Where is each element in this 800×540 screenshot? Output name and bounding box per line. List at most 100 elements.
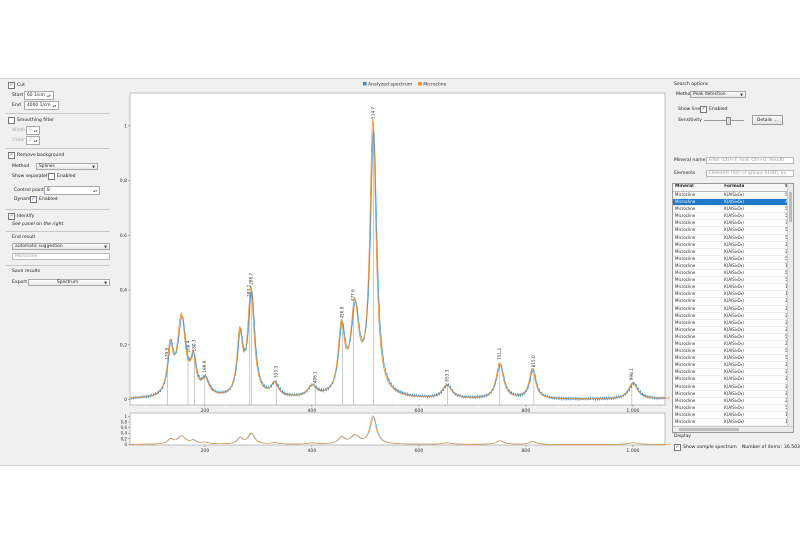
search-method-select[interactable]: Peak detection ▼ [690, 91, 746, 98]
order-spinbox[interactable]: 2 ▴▾ [26, 136, 41, 145]
spin-arrows-icon[interactable]: ▴▾ [34, 129, 38, 133]
table-row[interactable]: MicroclineK(AlSi₃O₈)2 [673, 398, 793, 405]
cell-mineral: Microcline [675, 255, 696, 261]
width-spinbox[interactable]: 5 ▴▾ [26, 126, 41, 135]
width-row: Width 5 ▴▾ [12, 126, 41, 135]
background-checkbox[interactable]: ✓ [8, 152, 15, 159]
table-row[interactable]: MicroclineK(AlSi₃O₈)5 [673, 206, 793, 214]
cut-label: Cut [17, 83, 25, 88]
spin-arrows-icon[interactable]: ▴▾ [93, 189, 97, 193]
table-row[interactable]: MicroclineK(AlSi₃O₈)5 [673, 213, 793, 221]
cell-mineral: Microcline [675, 362, 696, 368]
spin-arrows-icon[interactable]: ▴▾ [53, 104, 57, 108]
spectrum-chart[interactable]: 200 400 600 800 1.00000,20,40,60,81129.9168.… [120, 79, 740, 465]
table-row[interactable]: MicroclineK(AlSi₃O₈)5 [673, 334, 793, 341]
table-row[interactable]: MicroclineK(AlSi₃O₈)2 [673, 306, 793, 313]
mineral-table[interactable]: Mineral Formula S MicroclineK(AlSi₃O₈)5M… [672, 183, 794, 433]
spin-arrows-icon[interactable]: ▴▾ [47, 94, 51, 98]
cell-formula: K(AlSi₃O₈) [724, 227, 744, 233]
cell-mineral: Microcline [675, 355, 696, 361]
export-value: Spectrum [56, 280, 79, 285]
end-spinbox[interactable]: 4000 1/cm ▴▾ [24, 101, 60, 110]
table-row[interactable]: MicroclineK(AlSi₃O₈)5 [673, 235, 793, 242]
table-row[interactable]: MicroclineK(AlSi₃O₈)2 [673, 384, 793, 391]
table-row[interactable]: MicroclineK(AlSi₃O₈)5 [673, 256, 793, 263]
cell-mineral: Microcline [675, 369, 696, 375]
cell-formula: K(AlSi₃O₈) [724, 383, 744, 389]
table-row[interactable]: MicroclineK(AlSi₃O₈)5 [673, 355, 793, 363]
chevron-down-icon: ▼ [740, 92, 743, 97]
table-row[interactable]: MicroclineK(AlSi₃O₈)2 [673, 298, 793, 306]
table-row[interactable]: MicroclineK(AlSi₃O₈)5 [673, 192, 793, 200]
cell-mineral: Microcline [675, 192, 696, 197]
table-row[interactable]: MicroclineK(AlSi₃O₈)2 [673, 391, 793, 398]
overview-y-tick-label: 0 [124, 442, 127, 447]
table-row[interactable]: MicroclineK(AlSi₃O₈)5 [673, 277, 793, 285]
identify-row[interactable]: ✓ Identify [8, 213, 34, 220]
table-row[interactable]: MicroclineK(AlSi₃O₈)2 [673, 249, 793, 256]
start-spinbox[interactable]: 60 1/cm ▴▾ [24, 91, 54, 100]
identify-checkbox[interactable]: ✓ [8, 213, 15, 220]
sensitivity-slider[interactable] [704, 117, 744, 125]
table-row[interactable]: MicroclineK(AlSi₃O₈)2 [673, 376, 793, 384]
table-row[interactable]: MicroclineK(AlSi₃O₈)2 [673, 341, 793, 349]
spectrum-plot-area[interactable]: 200 400 600 800 1.000 0 0,2 0,4 0,6 0,8 1 129.9 168.… [120, 79, 740, 465]
items-count-value: 36.503 [783, 445, 800, 450]
peak-label: 751.2 [497, 348, 502, 360]
control-points-spinbox[interactable]: 8 ▴▾ [44, 186, 100, 195]
cell-formula: K(AlSi₃O₈) [724, 326, 744, 332]
cell-formula: K(AlSi₃O₈) [724, 262, 744, 268]
cell-formula: K(AlSi₃O₈) [724, 234, 744, 240]
show-lines-checkbox[interactable]: ✓ [700, 106, 707, 113]
cell-mineral: Microcline [675, 270, 696, 276]
overview-x-tick-label: 1.000 [626, 448, 639, 454]
smoothing-checkbox[interactable] [8, 117, 15, 124]
identify-note: See panel on the right. [12, 222, 65, 227]
show-sample-label: Show sample spectrum [683, 445, 737, 450]
table-row[interactable]: MicroclineK(AlSi₃O₈)2 [673, 327, 793, 334]
bg-method-select[interactable]: Splines ▼ [36, 163, 98, 170]
cell-formula: K(AlSi₃O₈) [724, 248, 744, 254]
table-row[interactable]: MicroclineK(AlSi₃O₈)4 [673, 199, 793, 207]
header-formula[interactable]: Formula [722, 184, 783, 191]
show-separately-checkbox[interactable] [48, 173, 55, 180]
cell-formula: K(AlSi₃O₈) [724, 192, 744, 197]
scroll-thumb[interactable] [789, 192, 792, 222]
table-row[interactable]: MicroclineK(AlSi₃O₈)1 [673, 262, 793, 271]
scroll-thumb[interactable] [679, 428, 739, 431]
cell-mineral: Microcline [675, 376, 696, 382]
table-row[interactable]: MicroclineK(AlSi₃O₈)1 [673, 284, 793, 292]
table-row[interactable]: MicroclineK(AlSi₃O₈)5 [673, 405, 793, 412]
header-mineral[interactable]: Mineral [673, 184, 722, 191]
table-row[interactable]: MicroclineK(AlSi₃O₈)2 [673, 362, 793, 370]
mineral-name-input[interactable]: Filter (Ctrl+F: Find, Ctrl+G: Result) [706, 157, 794, 164]
y-tick-label: 0,6 [120, 233, 127, 239]
end-result-select[interactable]: automatic suggestion ▼ [12, 243, 110, 250]
elements-row: Elements Elements (list) or groups (HOD)… [674, 170, 794, 177]
dynamic-row: Dynamic ✓ Enabled [14, 196, 58, 203]
table-row[interactable]: MicroclineK(AlSi₃O₈)2 [673, 313, 793, 320]
table-row[interactable]: MicroclineK(AlSi₃O₈)5 [673, 270, 793, 278]
cut-checkbox[interactable]: ✓ [8, 82, 15, 89]
table-row[interactable]: MicroclineK(AlSi₃O₈)2 [673, 242, 793, 249]
table-horizontal-scrollbar[interactable] [673, 426, 793, 432]
dynamic-checkbox[interactable]: ✓ [30, 196, 37, 203]
table-row[interactable]: MicroclineK(AlSi₃O₈)1 [673, 291, 793, 299]
table-row[interactable]: MicroclineK(AlSi₃O₈)2 [673, 320, 793, 327]
legend-label: Microcline [423, 81, 446, 87]
details-button[interactable]: Details ... [752, 115, 783, 125]
smoothing-row[interactable]: Smoothing filter [8, 117, 54, 124]
export-select[interactable]: Spectrum ▼ [28, 279, 110, 286]
slider-handle[interactable] [726, 117, 731, 125]
table-vertical-scrollbar[interactable] [787, 184, 793, 432]
table-row[interactable]: MicroclineK(AlSi₃O₈)2 [673, 369, 793, 377]
table-row[interactable]: MicroclineK(AlSi₃O₈)3 [673, 220, 793, 228]
spin-arrows-icon[interactable]: ▴▾ [34, 139, 38, 143]
elements-input[interactable]: Elements (list) or groups (HOD), ex. [706, 170, 794, 177]
show-sample-checkbox[interactable]: ✓ [674, 444, 681, 451]
table-row[interactable]: MicroclineK(AlSi₃O₈)5 [673, 227, 793, 235]
table-row[interactable]: MicroclineK(AlSi₃O₈)5 [673, 348, 793, 356]
cut-row[interactable]: ✓ Cut [8, 82, 25, 89]
background-row[interactable]: ✓ Remove background [8, 152, 64, 159]
table-row[interactable]: MicroclineK(AlSi₃O₈)1 [673, 412, 793, 419]
